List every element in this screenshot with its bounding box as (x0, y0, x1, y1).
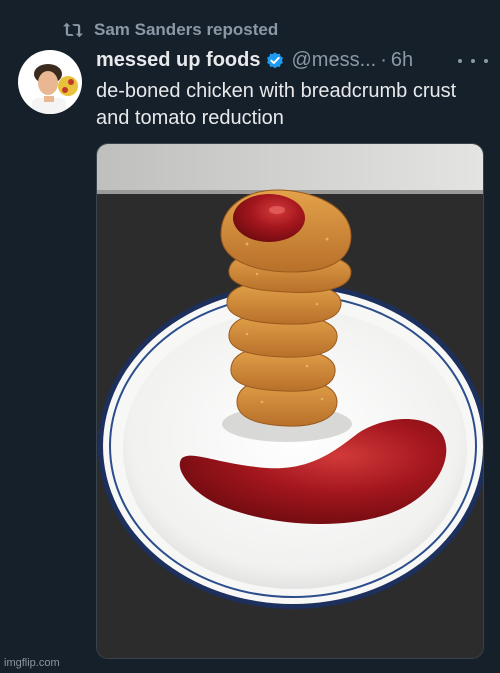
verified-badge-icon (267, 51, 284, 68)
more-dot (458, 59, 462, 63)
timestamp[interactable]: 6h (391, 49, 413, 72)
repost-indicator[interactable]: Sam Sanders reposted (62, 20, 278, 40)
tweet-header: messed up foods @mess... · 6h (96, 49, 486, 72)
tweet-photo[interactable] (96, 143, 484, 659)
more-dot (471, 59, 475, 63)
avatar[interactable] (18, 50, 82, 114)
more-dot (484, 59, 488, 63)
repost-text: Sam Sanders reposted (94, 20, 279, 39)
separator-dot: · (380, 49, 387, 71)
display-name[interactable]: messed up foods (96, 49, 260, 72)
more-options-icon[interactable] (458, 51, 488, 71)
watermark: imgflip.com (4, 657, 60, 669)
food-photo (97, 144, 483, 658)
tweet-text: de-boned chicken with breadcrumb crust a… (96, 80, 457, 129)
avatar-image (18, 50, 82, 114)
repost-icon (63, 22, 83, 38)
handle[interactable]: @mess... (291, 49, 376, 72)
